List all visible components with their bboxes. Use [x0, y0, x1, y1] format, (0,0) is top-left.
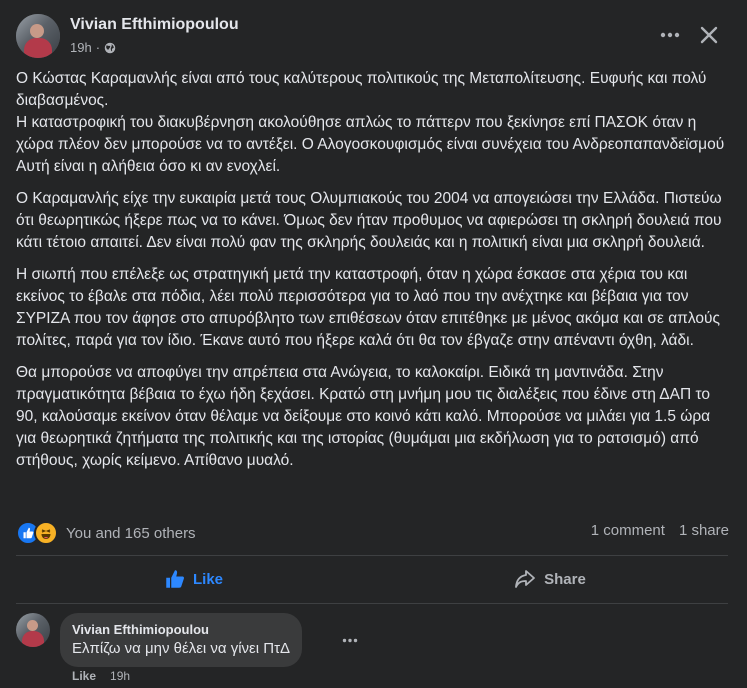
comment-options-button[interactable]: [342, 627, 358, 648]
more-horizontal-icon: [660, 32, 680, 38]
post-meta: 19h ·: [70, 40, 116, 55]
comment-actions: Like 19h: [72, 669, 130, 683]
share-label: Share: [544, 570, 586, 588]
post-paragraph: Ο Κώστας Καραμανλής είναι από τους καλύτ…: [16, 70, 725, 175]
share-arrow-icon: [515, 570, 536, 588]
comment-bubble: Vivian Efthimiopoulou Ελπίζω να μην θέλε…: [60, 613, 303, 667]
thumbs-up-icon: [166, 570, 184, 588]
comment-like-button[interactable]: Like: [72, 669, 96, 683]
post-stats: 1 comment 1 share: [591, 522, 729, 539]
more-horizontal-icon: [342, 638, 358, 643]
reactions-summary[interactable]: You and 165 others: [16, 520, 196, 546]
reactions-count[interactable]: You and 165 others: [66, 525, 196, 542]
post-actions: Like Share: [16, 556, 728, 602]
more-options-button[interactable]: [652, 20, 688, 50]
author-avatar[interactable]: [16, 14, 60, 58]
like-button[interactable]: Like: [16, 556, 372, 602]
post-header: Vivian Efthimiopoulou 19h ·: [0, 0, 747, 66]
post-time[interactable]: 19h: [70, 40, 92, 55]
like-label: Like: [192, 570, 223, 588]
haha-reaction-icon: [34, 521, 58, 545]
share-button[interactable]: Share: [372, 556, 728, 602]
commenter-avatar[interactable]: [16, 613, 50, 647]
post-paragraph: Ο Καραμανλής είχε την ευκαιρία μετά τους…: [16, 190, 722, 251]
comment-time[interactable]: 19h: [110, 669, 130, 683]
comments-count[interactable]: 1 comment: [591, 522, 665, 539]
shares-count[interactable]: 1 share: [679, 522, 729, 539]
close-icon: [700, 26, 718, 44]
close-button[interactable]: [692, 18, 726, 52]
commenter-name[interactable]: Vivian Efthimiopoulou: [72, 621, 290, 638]
globe-icon: [104, 42, 116, 53]
post-paragraph: Θα μπορούσε να αποφύγει την απρέπεια στα…: [16, 364, 711, 469]
author-name[interactable]: Vivian Efthimiopoulou: [70, 16, 239, 34]
post-text: Ο Κώστας Καραμανλής είναι από τους καλύτ…: [16, 68, 728, 482]
comment-text: Ελπίζω να μην θέλει να γίνει ΠτΔ: [72, 640, 291, 657]
divider: [16, 603, 728, 604]
post-paragraph: Η σιωπή που επέλεξε ως στρατηγική μετά τ…: [16, 266, 720, 349]
